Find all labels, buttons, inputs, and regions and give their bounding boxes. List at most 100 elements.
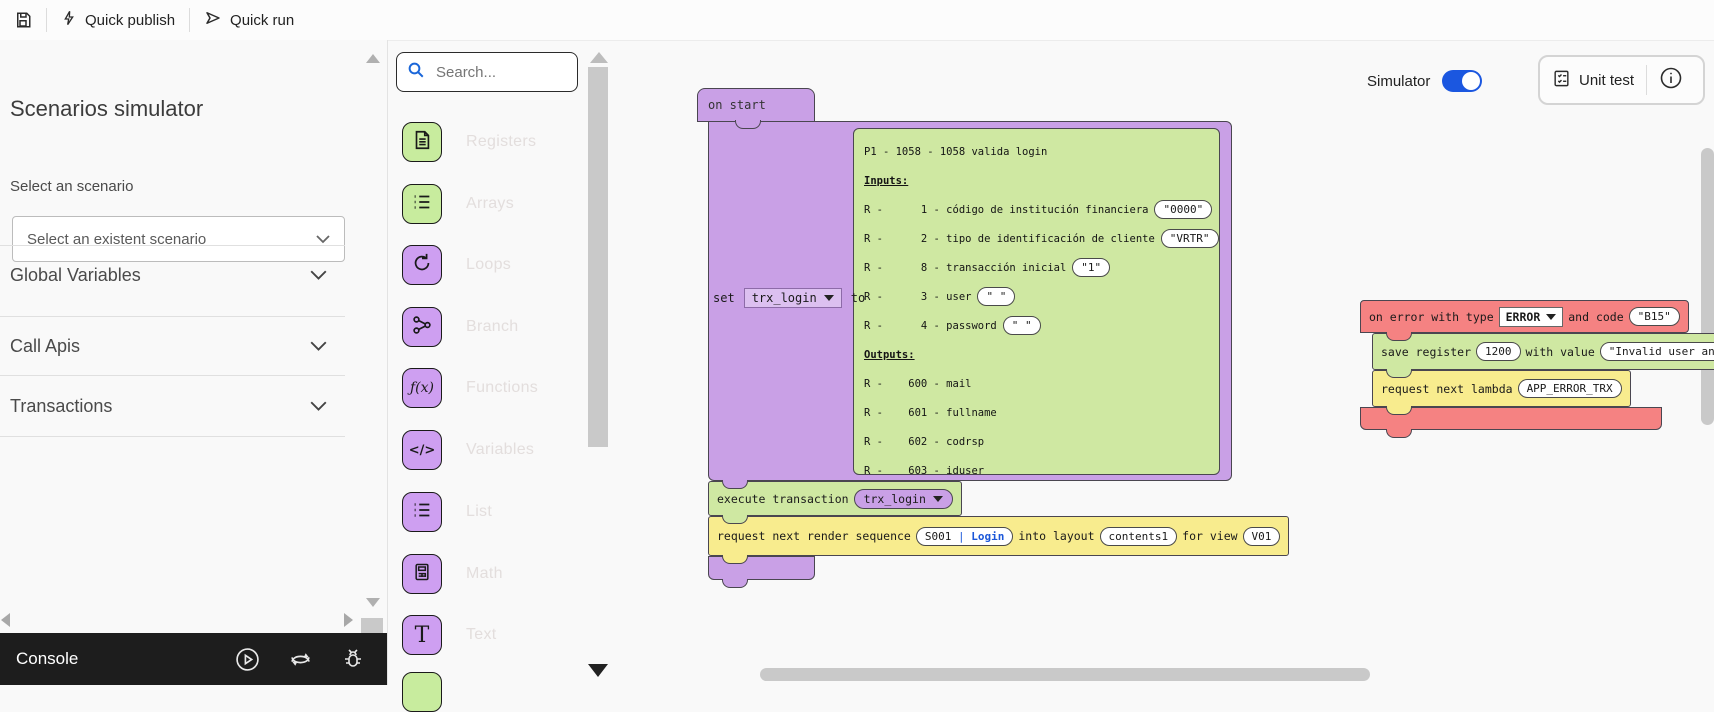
vertical-scrollbar-thumb[interactable] [1701,148,1714,425]
set-variable-dropdown[interactable]: trx_login [744,288,842,308]
divider [1646,65,1647,95]
section-label: Transactions [10,396,112,417]
save-register-block[interactable]: save register 1200 with value "Invalid u… [1372,333,1714,370]
send-icon [204,9,222,31]
error-code-field[interactable]: "B15" [1629,307,1680,326]
execute-variable-dropdown[interactable]: trx_login [854,489,953,509]
input-value-field[interactable]: "VRTR" [1161,229,1219,248]
unit-test-label: Unit test [1579,72,1634,89]
on-error-block[interactable]: on error with type ERROR and code "B15" [1360,300,1689,333]
scroll-down-arrow[interactable] [366,598,380,607]
registers-category-button[interactable] [402,122,442,162]
view-field[interactable]: V01 [1243,527,1281,546]
error-keyword: on error with type [1369,310,1494,324]
toolbox-category-math: Math [402,554,503,594]
scroll-left-arrow[interactable] [1,613,10,627]
top-toolbar: Quick publish Quick run [0,0,1714,41]
output-row: R - 602 - codrsp [864,427,1209,456]
chevron-down-icon [310,265,327,286]
inputs-header: Inputs: [864,166,1209,195]
execute-transaction-block[interactable]: execute transaction trx_login [708,481,962,516]
loop-icon [411,252,433,279]
sidebar-section-call-apis[interactable]: Call Apis [0,316,345,375]
output-row: R - 603 - iduser [864,456,1209,485]
loop-icon-button[interactable] [402,245,442,285]
transaction-card-block[interactable]: P1 - 1058 - 1058 valida login Inputs: R … [853,128,1220,475]
search-icon [407,61,425,84]
value-keyword: with value [1526,345,1595,359]
input-value-field[interactable]: "1" [1072,258,1110,277]
code-icon-button[interactable]: </> [402,430,442,470]
console-bar[interactable]: Console [0,633,387,685]
scroll-up-arrow[interactable] [366,54,380,63]
toolbox-search[interactable] [396,52,578,92]
sidebar-section-global-variables[interactable]: Global Variables [0,245,345,305]
calculator-icon [412,562,432,587]
text-icon-button[interactable]: T [402,615,442,655]
save-keyword: save register [1381,345,1471,359]
info-button[interactable] [1659,66,1683,95]
sequence-field[interactable]: S001 | Login [916,527,1014,546]
run-console-icon[interactable] [235,647,260,672]
save-button[interactable] [0,11,46,29]
input-value-field[interactable]: "0000" [1154,200,1212,219]
function-icon-button[interactable]: ƒ(x) [402,368,442,408]
render-sequence-block[interactable]: request next render sequence S001 | Logi… [708,516,1289,556]
category-label: Variables [466,441,534,459]
scroll-up-arrow[interactable] [590,52,608,63]
block-notch [1386,406,1412,415]
output-row: R - 600 - mail [864,369,1209,398]
category-label: List [466,503,492,521]
branch-icon-button[interactable] [402,307,442,347]
scroll-right-arrow[interactable] [344,613,353,627]
scroll-down-chevron-icon[interactable] [588,664,608,677]
register-value-field[interactable]: "Invalid user and [1600,342,1714,361]
input-value-field[interactable]: " " [1003,316,1041,335]
toolbox-category-text: T Text [402,615,497,655]
register-field[interactable]: 1200 [1476,342,1521,361]
category-label: Branch [466,318,519,336]
dropdown-arrow-icon [1546,314,1556,320]
search-input[interactable] [434,63,548,82]
set-variable-value: trx_login [752,291,817,305]
text-icon: T [415,623,430,648]
error-type-dropdown[interactable]: ERROR [1499,307,1564,327]
calculator-icon-button[interactable] [402,554,442,594]
simulator-label: Simulator [1367,73,1430,90]
repeat-icon[interactable] [288,647,313,672]
request-lambda-block[interactable]: request next lambda APP_ERROR_TRX [1372,370,1631,407]
quick-publish-label: Quick publish [85,12,175,29]
error-type-value: ERROR [1506,310,1541,324]
horizontal-scrollbar-thumb[interactable] [760,668,1370,681]
list-icon-button[interactable] [402,492,442,532]
on-start-label: on start [708,98,766,112]
category-label: Registers [466,133,536,151]
partial-category-button[interactable] [402,672,442,712]
layout-field[interactable]: contents1 [1100,527,1178,546]
code-keyword: and code [1568,310,1623,324]
sidebar-section-transactions[interactable]: Transactions [0,375,345,437]
quick-run-button[interactable]: Quick run [190,9,308,31]
lambda-field[interactable]: APP_ERROR_TRX [1518,379,1622,398]
toolbox-scrollbar-thumb[interactable] [588,67,608,447]
execute-variable-value: trx_login [864,492,926,506]
toolbox-category-variables: </> Variables [402,430,534,470]
input-row: R - 2 - tipo de identificación de client… [864,224,1209,253]
unit-test-button[interactable]: Unit test [1552,69,1634,92]
document-icon [411,129,433,156]
quick-publish-button[interactable]: Quick publish [47,9,189,31]
simulator-toggle[interactable] [1442,70,1482,92]
bug-icon[interactable] [341,647,365,672]
on-start-block[interactable]: on start [697,88,815,122]
block-notch [722,480,748,489]
list-icon [411,499,433,526]
category-label: Loops [466,256,511,274]
input-value-field[interactable]: " " [977,287,1015,306]
sequence-code: S001 [925,530,952,543]
category-label: Arrays [466,195,514,213]
chevron-down-icon [310,396,327,417]
code-icon: </> [409,443,436,458]
arrays-category-button[interactable] [402,184,442,224]
input-row: R - 4 - password" " [864,311,1209,340]
view-keyword: for view [1182,529,1237,543]
